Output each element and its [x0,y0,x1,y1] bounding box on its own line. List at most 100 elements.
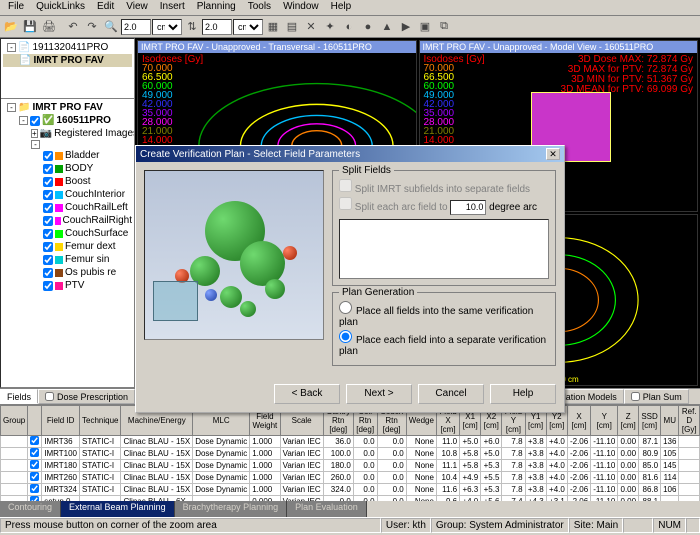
menu-planning[interactable]: Planning [191,0,242,15]
menu-edit[interactable]: Edit [91,0,120,15]
tab-checkbox[interactable] [631,392,640,401]
undo-icon[interactable]: ↶ [64,18,82,36]
save-icon[interactable]: 💾 [21,18,39,36]
tree-course[interactable]: IMRT PRO FAV [32,101,102,114]
structure-name[interactable]: CouchInterior [65,188,125,201]
tool5-icon[interactable]: ▲ [378,18,396,36]
tab-fields[interactable]: Fields [0,389,38,404]
tree-child[interactable]: IMRT PRO FAV [33,54,103,67]
row-checkbox[interactable] [30,484,39,493]
structure-checkbox[interactable] [43,281,53,291]
structure-checkbox[interactable] [43,203,53,213]
table-row[interactable]: IMRT324STATIC-IClinac BLAU - 15XDose Dyn… [1,484,700,496]
fields-table[interactable]: GroupField IDTechniqueMachine/EnergyMLCF… [0,405,700,501]
fields-listbox[interactable] [339,219,549,279]
tree-top[interactable]: -📄1911320411PRO 📄IMRT PRO FAV [1,39,134,99]
column-header[interactable]: SSD [cm] [639,406,661,436]
zoom-x-input[interactable] [121,19,151,35]
tree-reg[interactable]: Registered Images [54,127,134,140]
tool6-icon[interactable]: ▶ [397,18,415,36]
tool4-icon[interactable]: ● [359,18,377,36]
structure-checkbox[interactable] [43,242,53,252]
menu-insert[interactable]: Insert [154,0,191,15]
radio-same-plan[interactable]: Place all fields into the same verificat… [339,301,549,328]
structure-name[interactable]: Bladder [65,149,99,162]
layout1-icon[interactable]: ▦ [264,18,282,36]
column-header[interactable]: MU [661,406,679,436]
tree-root[interactable]: 1911320411PRO [32,41,108,54]
tab-contouring[interactable]: Contouring [0,501,61,517]
radio-separate-plan[interactable]: Place each field into a separate verific… [339,330,549,357]
structure-name[interactable]: Os pubis re [65,266,116,279]
link-icon[interactable]: ⇅ [183,18,201,36]
layout2-icon[interactable]: ▤ [283,18,301,36]
open-icon[interactable]: 📂 [2,18,20,36]
structure-checkbox[interactable] [43,164,53,174]
table-row[interactable]: IMRT36STATIC-IClinac BLAU - 15XDose Dyna… [1,436,700,448]
zoom-y-unit[interactable]: cm [233,19,263,35]
tool2-icon[interactable]: ✦ [321,18,339,36]
column-header[interactable]: Group [1,406,28,436]
structure-name[interactable]: BODY [65,162,93,175]
menu-window[interactable]: Window [277,0,325,15]
opt-icon[interactable]: ⧉ [435,18,453,36]
row-checkbox[interactable] [30,472,39,481]
structure-tree[interactable]: -📁IMRT PRO FAV -✅160511PRO +📷Registered … [1,99,134,387]
structure-checkbox[interactable] [43,190,53,200]
structure-checkbox[interactable] [43,216,53,226]
column-header[interactable] [28,406,42,436]
column-header[interactable]: Z [cm] [618,406,639,436]
expand-icon[interactable]: + [31,129,38,138]
zoom-icon[interactable]: 🔍 [102,18,120,36]
menu-view[interactable]: View [120,0,154,15]
structure-checkbox[interactable] [43,268,53,278]
dialog-titlebar[interactable]: Create Verification Plan - Select Field … [136,146,564,162]
table-row[interactable]: IMRT100STATIC-IClinac BLAU - 15XDose Dyn… [1,448,700,460]
row-checkbox[interactable] [30,448,39,457]
close-icon[interactable]: ✕ [546,148,560,160]
grid-tab[interactable]: Plan Sum [624,389,689,404]
collapse-icon[interactable]: - [7,43,16,52]
print-icon[interactable]: 🖨 [40,18,58,36]
help-button[interactable]: Help [490,384,556,404]
menu-quicklinks[interactable]: QuickLinks [30,0,91,15]
menu-help[interactable]: Help [325,0,358,15]
structure-checkbox[interactable] [43,229,53,239]
structure-checkbox[interactable] [43,255,53,265]
tab-checkbox[interactable] [45,392,54,401]
column-header[interactable]: Y [cm] [591,406,618,436]
structure-checkbox[interactable] [43,151,53,161]
redo-icon[interactable]: ↷ [83,18,101,36]
plan-checkbox[interactable] [30,116,40,126]
table-row[interactable]: IMRT180STATIC-IClinac BLAU - 15XDose Dyn… [1,460,700,472]
column-header[interactable]: Field ID [42,406,80,436]
table-row[interactable]: IMRT260STATIC-IClinac BLAU - 15XDose Dyn… [1,472,700,484]
column-header[interactable]: Technique [80,406,121,436]
structure-name[interactable]: CouchSurface [65,227,128,240]
tree-plan[interactable]: 160511PRO [56,114,111,127]
collapse-icon[interactable]: - [7,103,16,112]
back-button[interactable]: < Back [274,384,340,404]
structure-name[interactable]: CouchRailLeft [65,201,128,214]
tab-brachy[interactable]: Brachytherapy Planning [175,501,288,517]
collapse-icon[interactable]: - [31,140,40,149]
structure-name[interactable]: Boost [65,175,91,188]
zoom-y-input[interactable] [202,19,232,35]
row-checkbox[interactable] [30,460,39,469]
structure-name[interactable]: CouchRailRight [63,214,132,227]
tool1-icon[interactable]: ✕ [302,18,320,36]
cancel-button[interactable]: Cancel [418,384,484,404]
structure-checkbox[interactable] [43,177,53,187]
tab-external-beam[interactable]: External Beam Planning [61,501,175,517]
structure-name[interactable]: Femur dext [65,240,116,253]
next-button[interactable]: Next > [346,384,412,404]
grid-tab[interactable]: Dose Prescription [38,389,135,404]
row-checkbox[interactable] [30,436,39,445]
column-header[interactable]: X [cm] [567,406,590,436]
tab-plan-eval[interactable]: Plan Evaluation [287,501,367,517]
tool3-icon[interactable]: ◐ [340,18,358,36]
structure-name[interactable]: PTV [65,279,84,292]
collapse-icon[interactable]: - [19,116,28,125]
column-header[interactable]: Ref. D [Gy] [679,406,700,436]
menu-file[interactable]: File [2,0,30,15]
